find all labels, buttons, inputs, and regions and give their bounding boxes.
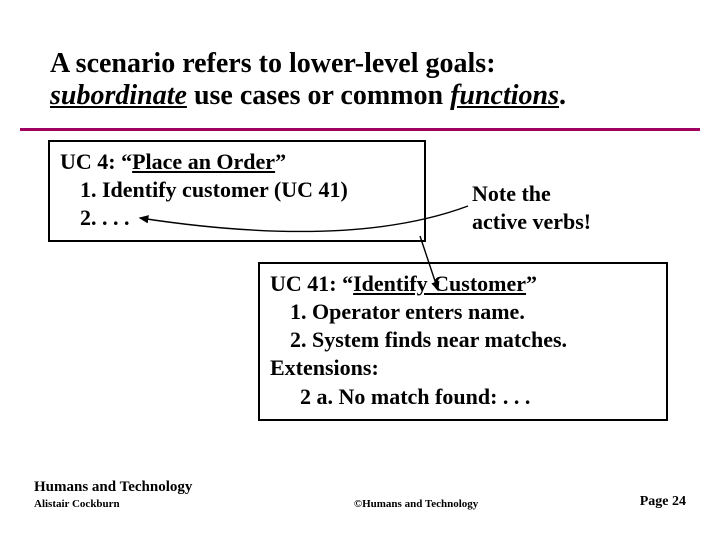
uc41-header: UC 41: “Identify Customer” (270, 270, 656, 298)
footer-author: Alistair Cockburn (34, 498, 192, 510)
note-line-1: Note the (472, 180, 672, 208)
uc4-header-title: Place an Order (132, 149, 275, 174)
uc41-extensions-label: Extensions: (270, 354, 656, 382)
usecase-box-41: UC 41: “Identify Customer” 1. Operator e… (258, 262, 668, 421)
uc4-header-suffix: ” (275, 149, 286, 174)
slide-title: A scenario refers to lower-level goals: … (50, 48, 670, 112)
uc4-header-prefix: UC 4: “ (60, 149, 132, 174)
footer-copyright: ©Humans and Technology (192, 498, 639, 510)
horizontal-rule (20, 128, 700, 131)
uc41-header-prefix: UC 41: “ (270, 271, 353, 296)
title-suffix: . (559, 80, 566, 111)
uc41-header-title: Identify Customer (353, 271, 526, 296)
footer-page: Page 24 (640, 494, 686, 510)
usecase-box-4: UC 4: “Place an Order” 1. Identify custo… (48, 140, 426, 242)
title-line-2: subordinate use cases or common function… (50, 80, 670, 112)
footer-left: Humans and Technology Alistair Cockburn (34, 479, 192, 510)
uc4-step-1: 1. Identify customer (UC 41) (60, 176, 414, 204)
uc41-extension-2a: 2 a. No match found: . . . (270, 383, 656, 411)
note-line-2: active verbs! (472, 208, 672, 236)
title-mid: use cases or common (187, 80, 450, 111)
title-line-1: A scenario refers to lower-level goals: (50, 48, 670, 80)
uc41-header-suffix: ” (526, 271, 537, 296)
title-word-functions: functions (450, 80, 559, 111)
uc4-step-2: 2. . . . (60, 204, 414, 232)
title-word-subordinate: subordinate (50, 80, 187, 111)
footer: Humans and Technology Alistair Cockburn … (34, 479, 686, 510)
note-active-verbs: Note the active verbs! (472, 180, 672, 235)
uc41-step-1: 1. Operator enters name. (270, 298, 656, 326)
uc4-header: UC 4: “Place an Order” (60, 148, 414, 176)
footer-org: Humans and Technology (34, 479, 192, 496)
uc41-step-2: 2. System finds near matches. (270, 326, 656, 354)
slide: A scenario refers to lower-level goals: … (0, 0, 720, 540)
